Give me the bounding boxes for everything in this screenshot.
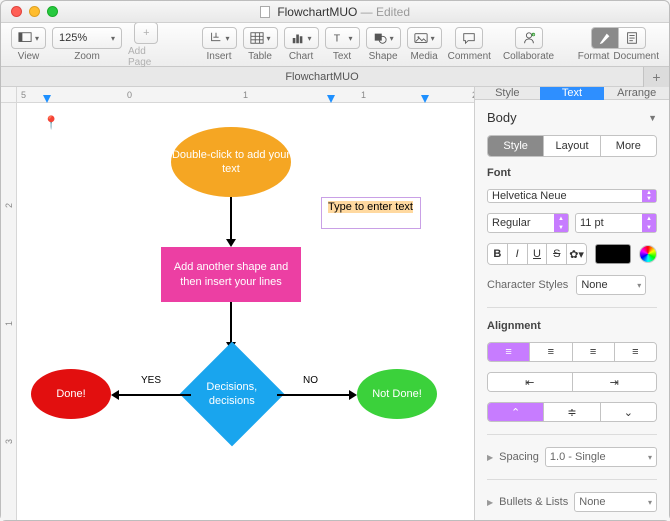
font-size-field[interactable]: 11 pt ▲▼ — [575, 213, 657, 233]
comment-button[interactable] — [455, 27, 483, 49]
document-icon — [260, 6, 270, 18]
arrow-yes[interactable] — [111, 390, 191, 400]
insert-icon — [209, 31, 223, 45]
shape-icon — [373, 31, 387, 45]
color-wheel-button[interactable] — [639, 245, 657, 263]
ruler-marker[interactable] — [43, 95, 51, 103]
format-icon — [598, 31, 612, 45]
paragraph-style-dropdown[interactable]: Body ▼ — [487, 110, 657, 125]
document-icon — [625, 31, 639, 45]
valign-bottom-button[interactable]: ⌄ — [600, 403, 656, 421]
zoom-label: Zoom — [74, 51, 100, 62]
shape-button[interactable]: ▾ — [366, 27, 401, 49]
bold-button[interactable]: B — [488, 244, 507, 264]
chevron-right-icon: ▶ — [487, 498, 493, 507]
canvas[interactable]: Double-click to add your text Add anothe… — [21, 107, 474, 520]
bullets-disclosure[interactable]: ▶ Bullets & Lists None ▾ — [487, 492, 657, 512]
add-page-label: Add Page — [128, 46, 165, 68]
titlebar: FlowchartMUO — Edited — [1, 1, 669, 23]
horizontal-ruler[interactable]: 5 0 1 1 2 — [17, 87, 474, 103]
chart-button[interactable]: ▾ — [284, 27, 319, 49]
subtab-layout[interactable]: Layout — [543, 136, 599, 156]
subtab-style[interactable]: Style — [488, 136, 543, 156]
view-button[interactable]: ▾ — [11, 27, 46, 49]
flowchart-notdone-shape[interactable]: Not Done! — [357, 369, 437, 419]
subtab-more[interactable]: More — [600, 136, 656, 156]
window-title: FlowchartMUO — Edited — [1, 5, 669, 19]
text-color-swatch[interactable] — [595, 244, 631, 264]
view-label: View — [18, 51, 40, 62]
inspector-tab-style[interactable]: Style — [475, 87, 540, 100]
character-styles-dropdown[interactable]: None ▾ — [576, 275, 646, 295]
spacing-disclosure[interactable]: ▶ Spacing 1.0 - Single ▾ — [487, 447, 657, 467]
align-right-button[interactable]: ≡ — [572, 343, 614, 361]
media-button[interactable]: ▾ — [407, 27, 442, 49]
horizontal-alignment: ≡ ≡ ≡ ≡ — [487, 342, 657, 362]
media-icon — [414, 31, 428, 45]
toolbar: ▾ View 125% ▾ Zoom + Add Page ▾ Insert ▾ — [1, 23, 669, 67]
ruler-marker[interactable] — [421, 95, 429, 103]
insert-button[interactable]: ▾ — [202, 27, 237, 49]
arrow[interactable] — [226, 197, 236, 247]
character-styles-label: Character Styles — [487, 279, 568, 291]
font-family-dropdown[interactable]: Helvetica Neue ▲▼ — [487, 189, 657, 203]
chart-icon — [291, 31, 305, 45]
chevron-right-icon: ▶ — [487, 453, 493, 462]
document-tabbar: FlowchartMUO + — [1, 67, 669, 87]
font-style-dropdown[interactable]: Regular ▲▼ — [487, 213, 569, 233]
strike-button[interactable]: S — [546, 244, 566, 264]
table-icon — [250, 31, 264, 45]
view-icon — [18, 31, 32, 45]
zoom-value: 125% — [59, 32, 87, 44]
spacing-dropdown[interactable]: 1.0 - Single ▾ — [545, 447, 657, 467]
bullets-dropdown[interactable]: None ▾ — [574, 492, 657, 512]
text-button[interactable]: T▾ — [325, 27, 360, 49]
add-page-button[interactable]: + — [134, 22, 158, 44]
text-box[interactable]: Type to enter text — [321, 197, 421, 229]
inspector-tab-arrange[interactable]: Arrange — [604, 87, 669, 100]
collaborate-icon: + — [522, 31, 536, 45]
outdent-button[interactable]: ⇤ — [488, 373, 572, 391]
canvas-area[interactable]: 5 0 1 1 2 2 1 3 📍 Double-click to add yo… — [1, 87, 474, 520]
document-tab[interactable]: FlowchartMUO — [1, 71, 643, 83]
svg-text:T: T — [333, 33, 340, 45]
edge-label-no: NO — [303, 375, 318, 386]
ruler-marker[interactable] — [327, 95, 335, 103]
flowchart-process-shape[interactable]: Add another shape and then insert your l… — [161, 247, 301, 302]
collaborate-button[interactable]: + — [515, 27, 543, 49]
table-button[interactable]: ▾ — [243, 27, 278, 49]
align-justify-button[interactable]: ≡ — [614, 343, 656, 361]
format-button[interactable] — [591, 27, 619, 49]
font-section-label: Font — [487, 167, 657, 179]
valign-top-button[interactable]: ⌃ — [488, 403, 543, 421]
vertical-ruler[interactable]: 2 1 3 — [1, 103, 17, 520]
svg-text:+: + — [532, 32, 535, 37]
chevron-down-icon: ▼ — [648, 113, 657, 123]
document-button[interactable] — [618, 27, 646, 49]
italic-button[interactable]: I — [507, 244, 527, 264]
vertical-alignment: ⌃ ≑ ⌄ — [487, 402, 657, 422]
text-gear-button[interactable]: ✿▾ — [566, 244, 586, 264]
flowchart-start-shape[interactable]: Double-click to add your text — [171, 127, 291, 197]
valign-middle-button[interactable]: ≑ — [543, 403, 599, 421]
inspector-tab-text[interactable]: Text — [540, 87, 605, 100]
flowchart-done-shape[interactable]: Done! — [31, 369, 111, 419]
arrow-no[interactable] — [277, 390, 357, 400]
alignment-section-label: Alignment — [487, 320, 657, 332]
edge-label-yes: YES — [141, 375, 161, 386]
add-tab-button[interactable]: + — [643, 67, 669, 87]
zoom-dropdown[interactable]: 125% ▾ — [52, 27, 122, 49]
flowchart-decision-shape[interactable]: Decisions, decisions — [180, 342, 285, 447]
ruler-corner — [1, 87, 17, 103]
comment-icon — [462, 31, 476, 45]
align-left-button[interactable]: ≡ — [488, 343, 529, 361]
inspector-panel: Style Text Arrange Body ▼ Style Layout M… — [474, 87, 669, 520]
align-center-button[interactable]: ≡ — [529, 343, 571, 361]
underline-button[interactable]: U — [527, 244, 547, 264]
indent-controls: ⇤ ⇥ — [487, 372, 657, 392]
text-icon: T — [332, 31, 346, 45]
indent-button[interactable]: ⇥ — [572, 373, 657, 391]
text-subtabs: Style Layout More — [487, 135, 657, 157]
